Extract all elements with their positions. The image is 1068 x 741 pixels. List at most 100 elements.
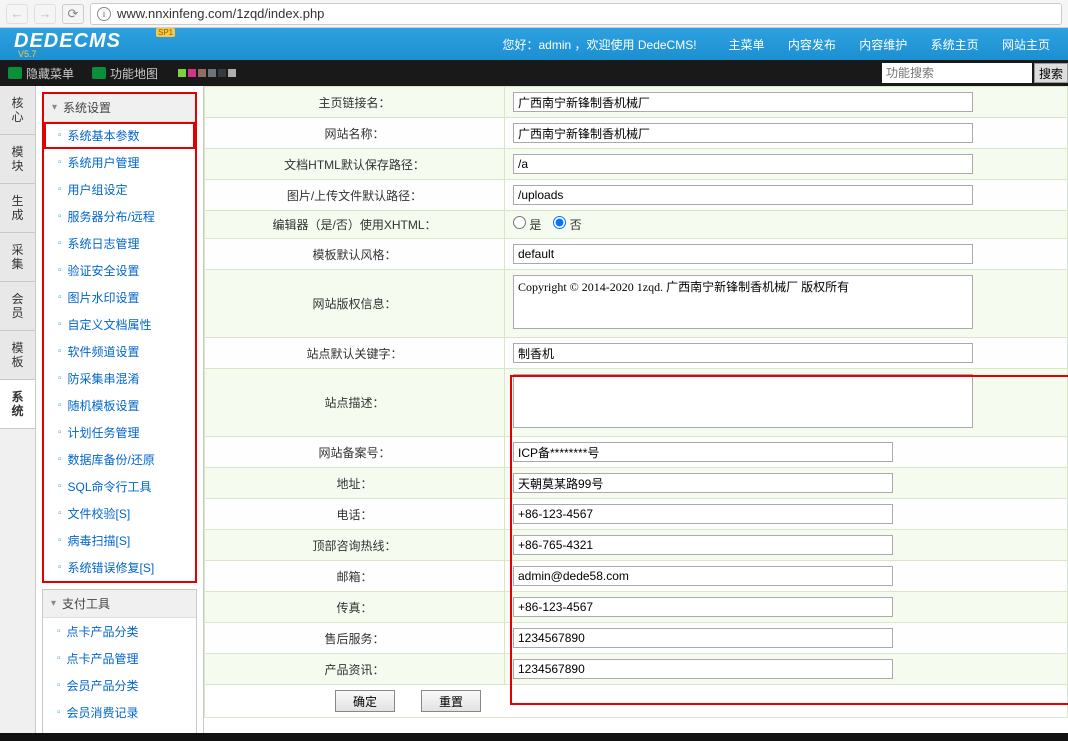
text-input[interactable] (513, 442, 893, 462)
text-input[interactable] (513, 154, 973, 174)
theme-swatch-icon[interactable] (228, 69, 236, 77)
nav-main[interactable]: 主菜单 (729, 38, 765, 52)
text-input[interactable] (513, 628, 893, 648)
theme-swatch-icon[interactable] (178, 69, 186, 77)
form-label: 主页链接名： (205, 87, 505, 118)
form-field-cell: 是 否 (505, 211, 1068, 239)
form-row: 主页链接名： (205, 87, 1068, 118)
form-field-cell (505, 87, 1068, 118)
form-field-cell (505, 623, 1068, 654)
text-input[interactable] (513, 244, 973, 264)
os-taskbar (0, 733, 1068, 741)
form-label: 网站名称： (205, 118, 505, 149)
menu-item[interactable]: 自定义文档属性 (44, 311, 195, 338)
text-input[interactable] (513, 185, 973, 205)
text-input[interactable] (513, 473, 893, 493)
browser-toolbar: ← → ⟳ i www.nnxinfeng.com/1zqd/index.php (0, 0, 1068, 28)
theme-swatch-icon[interactable] (208, 69, 216, 77)
radio-input[interactable] (513, 216, 526, 229)
nav-back-icon[interactable]: ← (6, 4, 28, 24)
menu-item[interactable]: 商店订单记录 (43, 726, 196, 733)
menu-item[interactable]: 病毒扫描[S] (44, 527, 195, 554)
menu-item[interactable]: SQL命令行工具 (44, 473, 195, 500)
form-row: 文档HTML默认保存路径： (205, 149, 1068, 180)
text-input[interactable] (513, 535, 893, 555)
menu-item[interactable]: 用户组设定 (44, 176, 195, 203)
reset-button[interactable]: 重置 (421, 690, 481, 712)
side-tab[interactable]: 核心 (0, 86, 35, 135)
menu-item[interactable]: 数据库备份/还原 (44, 446, 195, 473)
menu-item[interactable]: 服务器分布/远程 (44, 203, 195, 230)
form-row: 邮箱： (205, 561, 1068, 592)
text-input[interactable] (513, 566, 893, 586)
content-area: 主页链接名：网站名称：文档HTML默认保存路径：图片/上传文件默认路径：编辑器（… (204, 86, 1068, 733)
text-input[interactable] (513, 123, 973, 143)
form-row: 产品资讯： (205, 654, 1068, 685)
form-field-cell (505, 561, 1068, 592)
submit-button[interactable]: 确定 (335, 690, 395, 712)
menu-item[interactable]: 会员产品分类 (43, 672, 196, 699)
text-input[interactable] (513, 659, 893, 679)
menu-item[interactable]: 随机模板设置 (44, 392, 195, 419)
side-tab[interactable]: 会员 (0, 282, 35, 331)
menu-item[interactable]: 文件校验[S] (44, 500, 195, 527)
menu-group-header[interactable]: ▾支付工具 (43, 590, 196, 618)
form-row: 编辑器（是/否）使用XHTML： 是 否 (205, 211, 1068, 239)
form-field-cell (505, 338, 1068, 369)
func-map-button[interactable]: 功能地图 (92, 65, 158, 82)
theme-swatch-icon[interactable] (188, 69, 196, 77)
form-field-cell (505, 369, 1068, 437)
menu-item[interactable]: 计划任务管理 (44, 419, 195, 446)
form-label: 产品资讯： (205, 654, 505, 685)
form-label: 文档HTML默认保存路径： (205, 149, 505, 180)
nav-syshome[interactable]: 系统主页 (931, 38, 979, 52)
form-field-cell (505, 530, 1068, 561)
menu-item[interactable]: 验证安全设置 (44, 257, 195, 284)
address-bar[interactable]: i www.nnxinfeng.com/1zqd/index.php (90, 3, 1062, 25)
menu-item[interactable]: 防采集串混淆 (44, 365, 195, 392)
textarea-input[interactable] (513, 275, 973, 329)
menu-group-header[interactable]: ▾系统设置 (44, 94, 195, 122)
nav-webhome[interactable]: 网站主页 (1002, 38, 1050, 52)
menu-item[interactable]: 图片水印设置 (44, 284, 195, 311)
text-input[interactable] (513, 92, 973, 112)
side-tab[interactable]: 生成 (0, 184, 35, 233)
reload-icon[interactable]: ⟳ (62, 4, 84, 24)
menu-item[interactable]: 点卡产品管理 (43, 645, 196, 672)
text-input[interactable] (513, 504, 893, 524)
menu-item[interactable]: 软件频道设置 (44, 338, 195, 365)
menu-item[interactable]: 系统错误修复[S] (44, 554, 195, 581)
side-tab[interactable]: 采集 (0, 233, 35, 282)
nav-forward-icon[interactable]: → (34, 4, 56, 24)
nav-publish[interactable]: 内容发布 (788, 38, 836, 52)
form-field-cell (505, 499, 1068, 530)
info-icon: i (97, 7, 111, 21)
menu-item[interactable]: 系统用户管理 (44, 149, 195, 176)
text-input[interactable] (513, 343, 973, 363)
nav-maintain[interactable]: 内容维护 (859, 38, 907, 52)
radio-input[interactable] (553, 216, 566, 229)
theme-swatch-icon[interactable] (198, 69, 206, 77)
textarea-input[interactable] (513, 374, 973, 428)
menu-item[interactable]: 系统基本参数 (44, 122, 195, 149)
form-row: 网站名称： (205, 118, 1068, 149)
menu-item[interactable]: 会员消费记录 (43, 699, 196, 726)
radio-label[interactable]: 否 (553, 218, 581, 232)
side-tab[interactable]: 系统 (0, 380, 35, 429)
form-label: 邮箱： (205, 561, 505, 592)
menu-item[interactable]: 点卡产品分类 (43, 618, 196, 645)
utility-bar: 隐藏菜单 功能地图 搜索 (0, 60, 1068, 86)
menu-item[interactable]: 系统日志管理 (44, 230, 195, 257)
form-row: 顶部咨询热线： (205, 530, 1068, 561)
form-row: 站点描述： (205, 369, 1068, 437)
text-input[interactable] (513, 597, 893, 617)
theme-swatch-icon[interactable] (218, 69, 226, 77)
function-search-button[interactable]: 搜索 (1034, 63, 1068, 83)
form-row: 地址： (205, 468, 1068, 499)
side-tab[interactable]: 模块 (0, 135, 35, 184)
side-tab[interactable]: 模板 (0, 331, 35, 380)
function-search-input[interactable] (882, 63, 1032, 83)
form-field-cell (505, 437, 1068, 468)
hide-menu-button[interactable]: 隐藏菜单 (8, 65, 74, 82)
radio-label[interactable]: 是 (513, 218, 541, 232)
